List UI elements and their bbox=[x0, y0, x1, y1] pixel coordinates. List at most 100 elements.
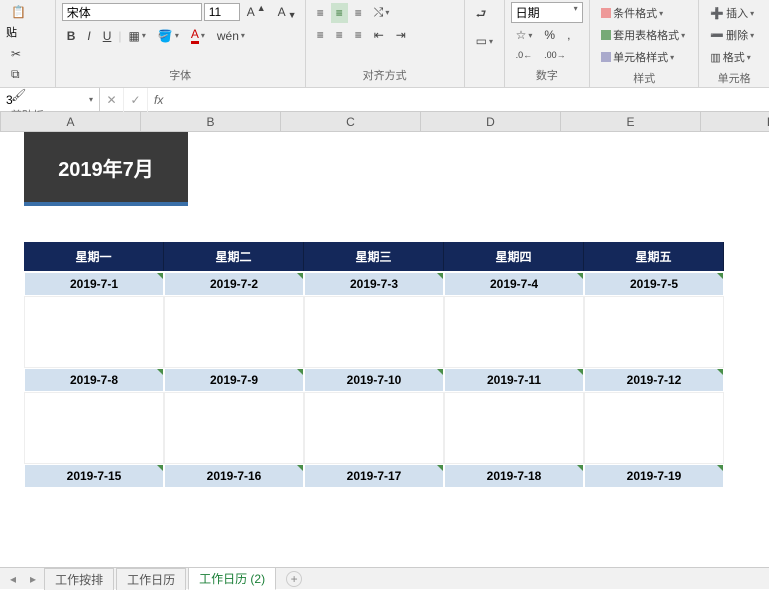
wrap-text-button[interactable]: ⮐ bbox=[471, 2, 492, 29]
ribbon: 📋 贴 ✂ ⧉ 🖌 剪贴板 A▲ A▼ B I U bbox=[0, 0, 769, 88]
calendar-date-cell[interactable]: 2019-7-1 bbox=[24, 272, 164, 296]
calendar-body-cell[interactable] bbox=[24, 296, 164, 368]
fill-color-button[interactable]: 🪣▾ bbox=[153, 26, 184, 46]
calendar-date-cell[interactable]: 2019-7-9 bbox=[164, 368, 304, 392]
group-font: A▲ A▼ B I U | ▦▾ 🪣▾ A▾ wén▾ 字体 bbox=[56, 0, 306, 87]
calendar-date-cell[interactable]: 2019-7-15 bbox=[24, 464, 164, 488]
col-header-a[interactable]: A bbox=[1, 112, 141, 131]
font-size-input[interactable] bbox=[204, 3, 240, 21]
align-left-button[interactable]: ≡ bbox=[312, 25, 329, 45]
calendar-date-cell[interactable]: 2019-7-18 bbox=[444, 464, 584, 488]
delete-button[interactable]: ➖删除▾ bbox=[705, 24, 759, 46]
insert-icon: ➕ bbox=[710, 7, 724, 20]
col-header-f[interactable]: F bbox=[701, 112, 769, 131]
copy-button[interactable]: ⧉ bbox=[6, 64, 31, 85]
sheet-tab[interactable]: 工作按排 bbox=[44, 568, 114, 590]
calendar-date-cell[interactable]: 2019-7-16 bbox=[164, 464, 304, 488]
calendar-date-cell[interactable]: 2019-7-17 bbox=[304, 464, 444, 488]
tab-nav-prev[interactable]: ◂ bbox=[4, 572, 22, 586]
cond-format-icon bbox=[601, 8, 611, 18]
calendar-title: 2019年7月 bbox=[24, 132, 188, 206]
bucket-icon: 🪣 bbox=[158, 29, 173, 43]
decrease-font-button[interactable]: A▼ bbox=[273, 2, 302, 22]
align-center-button[interactable]: ≡ bbox=[331, 25, 348, 45]
table-format-button[interactable]: 套用表格格式▾ bbox=[596, 24, 690, 46]
weekday-header: 星期一 bbox=[24, 242, 164, 271]
calendar-date-cell[interactable]: 2019-7-2 bbox=[164, 272, 304, 296]
calendar-date-cell[interactable]: 2019-7-12 bbox=[584, 368, 724, 392]
align-top-button[interactable]: ≡ bbox=[312, 3, 329, 23]
calendar-body-cell[interactable] bbox=[444, 296, 584, 368]
cell-styles-button[interactable]: 单元格样式▾ bbox=[596, 46, 679, 68]
currency-button[interactable]: ☆▾ bbox=[511, 25, 538, 45]
border-button[interactable]: ▦▾ bbox=[124, 26, 151, 46]
number-format-select[interactable]: 日期▾ bbox=[511, 2, 583, 23]
decrease-decimal-button[interactable]: .0← bbox=[511, 47, 538, 63]
sheet-tab-active[interactable]: 工作日历 (2) bbox=[188, 567, 276, 590]
calendar-body-cell[interactable] bbox=[164, 392, 304, 464]
formula-input[interactable] bbox=[169, 88, 769, 111]
sheet-tab[interactable]: 工作日历 bbox=[116, 568, 186, 590]
calendar-date-cell[interactable]: 2019-7-11 bbox=[444, 368, 584, 392]
align-middle-button[interactable]: ≡ bbox=[331, 3, 348, 23]
merge-cells-button[interactable]: ▭▾ bbox=[471, 31, 498, 51]
align-right-button[interactable]: ≡ bbox=[350, 25, 367, 45]
comma-button[interactable]: , bbox=[562, 25, 575, 45]
conditional-format-button[interactable]: 条件格式▾ bbox=[596, 2, 668, 24]
formula-enter-button[interactable]: ✓ bbox=[124, 88, 148, 112]
table-format-label: 套用表格格式 bbox=[613, 27, 679, 43]
col-header-d[interactable]: D bbox=[421, 112, 561, 131]
calendar-date-cell[interactable]: 2019-7-5 bbox=[584, 272, 724, 296]
calendar-date-cell[interactable]: 2019-7-3 bbox=[304, 272, 444, 296]
delete-icon: ➖ bbox=[710, 29, 724, 42]
format-button[interactable]: ▥格式▾ bbox=[705, 46, 755, 68]
sheet-area[interactable]: 2019年7月 星期一 星期二 星期三 星期四 星期五 2019-7-1 201… bbox=[0, 132, 769, 572]
group-number-label: 数字 bbox=[511, 65, 583, 85]
calendar-body-cell[interactable] bbox=[304, 296, 444, 368]
column-headers: A B C D E F bbox=[0, 112, 769, 132]
calendar-body-cell[interactable] bbox=[584, 296, 724, 368]
orientation-button[interactable]: ⤭▾ bbox=[369, 2, 395, 23]
col-header-e[interactable]: E bbox=[561, 112, 701, 131]
add-sheet-button[interactable]: + bbox=[286, 571, 302, 587]
underline-button[interactable]: U bbox=[98, 26, 117, 46]
italic-button[interactable]: I bbox=[82, 26, 95, 46]
calendar-date-cell[interactable]: 2019-7-19 bbox=[584, 464, 724, 488]
increase-decimal-button[interactable]: .00→ bbox=[539, 47, 571, 63]
calendar-body: 2019-7-1 2019-7-2 2019-7-3 2019-7-4 2019… bbox=[24, 272, 724, 488]
align-bottom-button[interactable]: ≡ bbox=[350, 3, 367, 23]
calendar-body-cell[interactable] bbox=[444, 392, 584, 464]
calendar-date-cell[interactable]: 2019-7-10 bbox=[304, 368, 444, 392]
calendar-body-cell[interactable] bbox=[164, 296, 304, 368]
col-header-b[interactable]: B bbox=[141, 112, 281, 131]
calendar-body-cell[interactable] bbox=[24, 392, 164, 464]
pinyin-label: wén bbox=[217, 29, 239, 43]
paste-button[interactable]: 📋 bbox=[6, 2, 30, 22]
calendar-body-cell[interactable] bbox=[584, 392, 724, 464]
bold-button[interactable]: B bbox=[62, 26, 81, 46]
calendar-date-cell[interactable]: 2019-7-4 bbox=[444, 272, 584, 296]
font-name-input[interactable] bbox=[62, 3, 202, 21]
calendar-body-cell[interactable] bbox=[304, 392, 444, 464]
percent-button[interactable]: % bbox=[539, 25, 560, 45]
insert-button[interactable]: ➕插入▾ bbox=[705, 2, 759, 24]
group-cells: ➕插入▾ ➖删除▾ ▥格式▾ 单元格 bbox=[699, 0, 769, 87]
indent-decrease-button[interactable]: ⇤ bbox=[369, 25, 389, 45]
name-box-caret-icon: ▾ bbox=[89, 95, 93, 104]
calendar-date-cell[interactable]: 2019-7-8 bbox=[24, 368, 164, 392]
weekday-header: 星期二 bbox=[164, 242, 304, 271]
group-styles: 条件格式▾ 套用表格格式▾ 单元格样式▾ 样式 bbox=[590, 0, 699, 87]
merge-icon: ▭ bbox=[476, 34, 487, 48]
formula-cancel-button[interactable]: ✕ bbox=[100, 88, 124, 112]
format-icon: ▥ bbox=[710, 51, 720, 64]
pinyin-button[interactable]: wén▾ bbox=[212, 26, 250, 46]
indent-increase-button[interactable]: ⇥ bbox=[391, 25, 411, 45]
name-box[interactable]: 3 ▾ bbox=[0, 88, 100, 111]
cut-button[interactable]: ✂ bbox=[6, 44, 31, 64]
col-header-c[interactable]: C bbox=[281, 112, 421, 131]
group-clipboard: 📋 贴 ✂ ⧉ 🖌 剪贴板 bbox=[0, 0, 56, 87]
sheet-tab-bar: ◂ ▸ 工作按排 工作日历 工作日历 (2) + bbox=[0, 567, 769, 589]
font-color-button[interactable]: A▾ bbox=[186, 24, 210, 47]
increase-font-button[interactable]: A▲ bbox=[242, 2, 271, 22]
tab-nav-next[interactable]: ▸ bbox=[24, 572, 42, 586]
